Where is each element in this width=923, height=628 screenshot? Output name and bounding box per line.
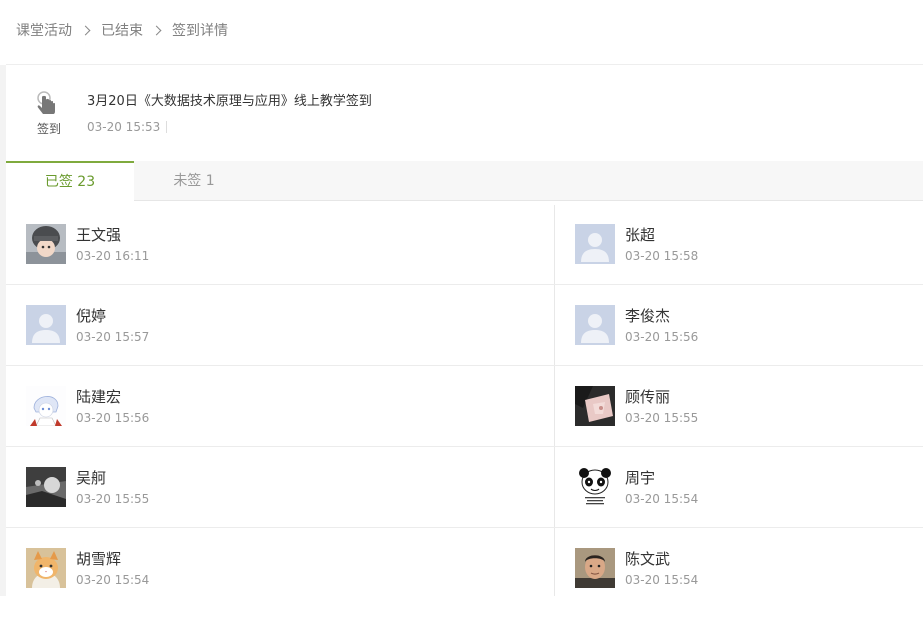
- avatar: [575, 467, 615, 507]
- tab-bar: 已签 23 未签 1: [6, 161, 923, 201]
- checkin-time: 03-20 15:54: [625, 573, 699, 587]
- default-avatar: [575, 224, 615, 264]
- student-item: 顾传丽 03-20 15:55: [575, 386, 915, 466]
- activity-header: 签到 3月20日《大数据技术原理与应用》线上教学签到 03-20 15:53: [6, 64, 923, 162]
- activity-time: 03-20 15:53: [87, 120, 161, 134]
- chevron-right-icon: [151, 25, 162, 35]
- student-item: 周宇 03-20 15:54: [575, 467, 915, 547]
- chevron-right-icon: [80, 25, 91, 35]
- activity-type-label: 签到: [37, 122, 62, 136]
- tab-unsigned[interactable]: 未签 1: [134, 161, 254, 200]
- student-name: 周宇: [625, 469, 656, 487]
- student-name: 王文强: [76, 226, 122, 244]
- student-item: 胡雪辉 03-20 15:54: [26, 548, 366, 628]
- breadcrumb: 课堂活动 已结束 签到详情: [16, 20, 228, 40]
- tab-signed[interactable]: 已签 23: [6, 161, 134, 201]
- checkin-time: 03-20 15:54: [76, 573, 150, 587]
- student-name: 李俊杰: [625, 307, 671, 325]
- checkin-time: 03-20 15:57: [76, 330, 150, 344]
- student-item: 陈文武 03-20 15:54: [575, 548, 915, 628]
- time-separator: [166, 121, 167, 133]
- checkin-time: 03-20 15:55: [625, 411, 699, 425]
- activity-title: 3月20日《大数据技术原理与应用》线上教学签到: [87, 94, 372, 109]
- avatar: [26, 467, 66, 507]
- student-item: 陆建宏 03-20 15:56: [26, 386, 366, 466]
- student-item: 李俊杰 03-20 15:56: [575, 305, 915, 385]
- student-item: 张超 03-20 15:58: [575, 224, 915, 304]
- student-item: 倪婷 03-20 15:57: [26, 305, 366, 385]
- checkin-time: 03-20 15:56: [76, 411, 150, 425]
- checkin-time: 03-20 15:56: [625, 330, 699, 344]
- student-name: 张超: [625, 226, 656, 244]
- checkin-time: 03-20 16:11: [76, 249, 150, 263]
- default-avatar: [26, 305, 66, 345]
- tap-hand-icon: [37, 91, 55, 114]
- student-name: 陈文武: [625, 550, 671, 568]
- avatar: [575, 386, 615, 426]
- avatar: [26, 224, 66, 264]
- avatar: [575, 548, 615, 588]
- breadcrumb-checkin-details: 签到详情: [172, 23, 228, 39]
- student-grid: 王文强 03-20 16:11 张超 03-20 15:58 倪婷 03-20 …: [6, 201, 923, 596]
- checkin-time: 03-20 15:54: [625, 492, 699, 506]
- student-name: 倪婷: [76, 307, 107, 325]
- column-divider: [554, 205, 555, 596]
- checkin-time: 03-20 15:58: [625, 249, 699, 263]
- breadcrumb-classroom-activities[interactable]: 课堂活动: [16, 20, 72, 40]
- default-avatar: [575, 305, 615, 345]
- student-name: 吴舸: [76, 469, 107, 487]
- student-item: 王文强 03-20 16:11: [26, 224, 366, 304]
- avatar: [26, 386, 66, 426]
- avatar: [26, 548, 66, 588]
- student-item: 吴舸 03-20 15:55: [26, 467, 366, 547]
- student-name: 陆建宏: [76, 388, 122, 406]
- checkin-time: 03-20 15:55: [76, 492, 150, 506]
- student-name: 顾传丽: [625, 388, 671, 406]
- student-name: 胡雪辉: [76, 550, 122, 568]
- breadcrumb-ended[interactable]: 已结束: [101, 20, 143, 40]
